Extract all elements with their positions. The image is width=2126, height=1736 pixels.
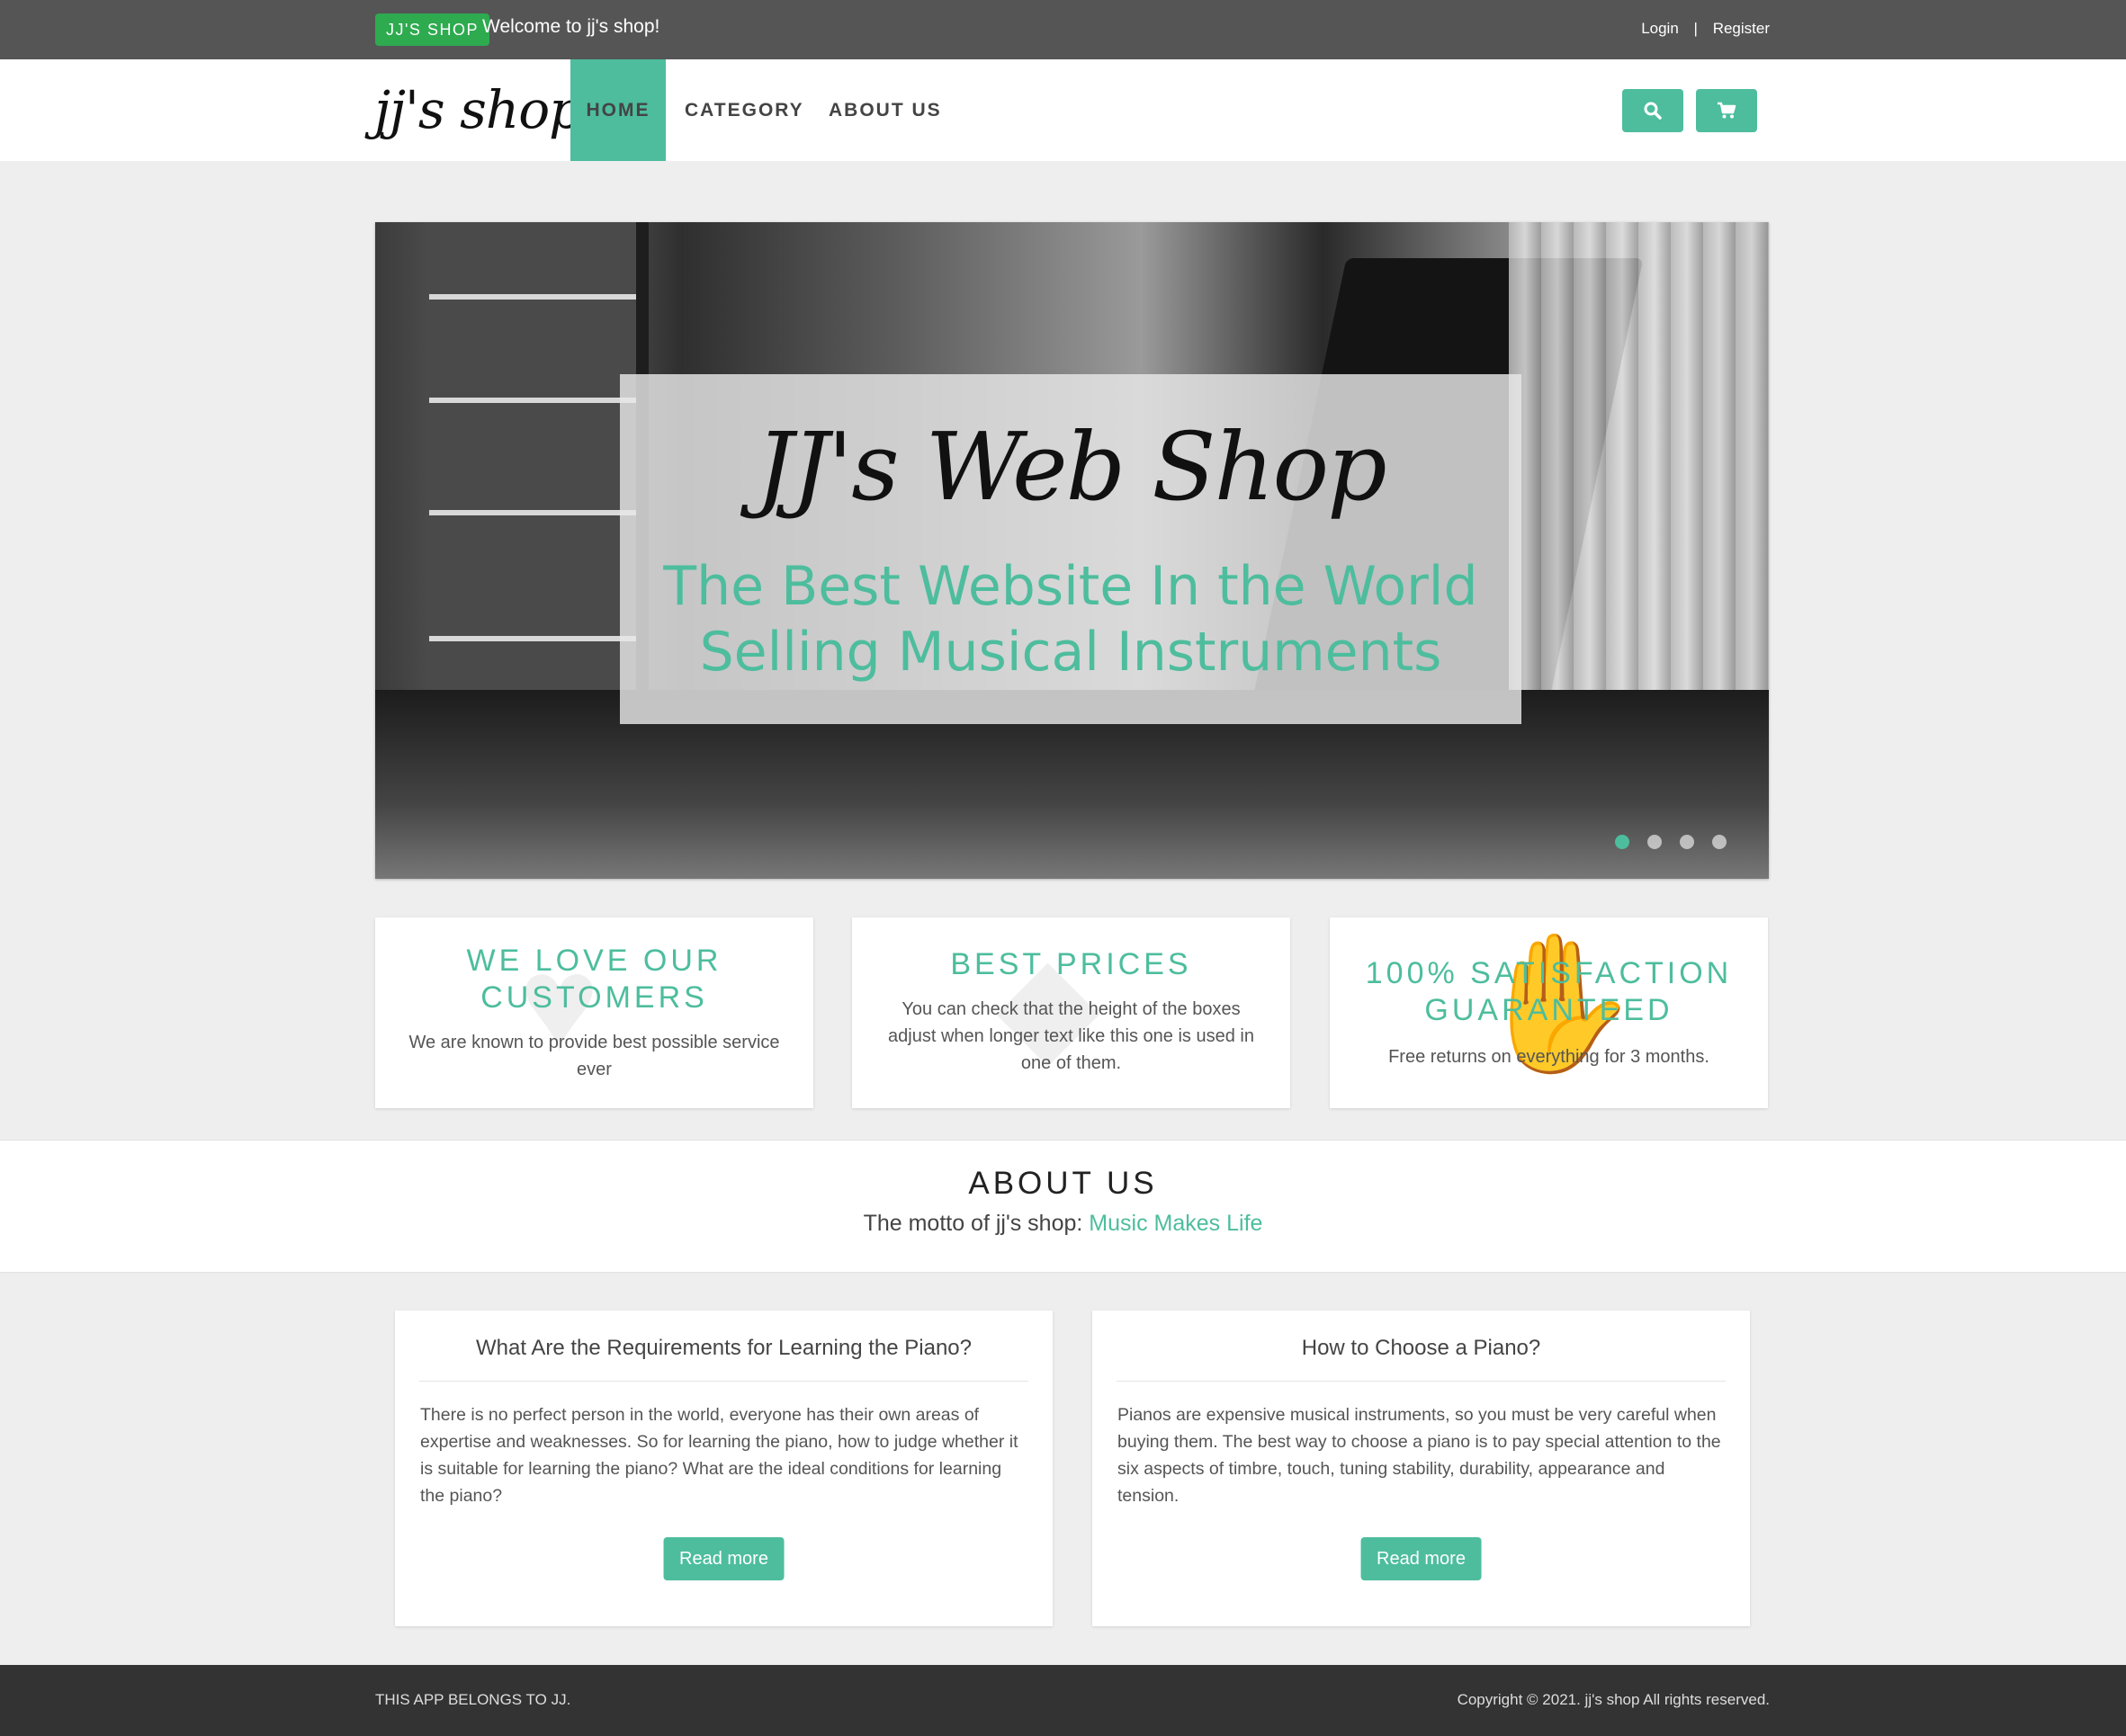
motto-prefix: The motto of jj's shop: [863, 1211, 1083, 1236]
article-title: How to Choose a Piano? [1117, 1311, 1726, 1382]
nav-home[interactable]: HOME [570, 59, 666, 161]
shop-badge: JJ'S SHOP [375, 13, 489, 46]
feature-box-prices: ◆ BEST PRICES You can check that the hei… [852, 917, 1290, 1108]
feature-box-satisfaction: ✋ 100% SATISFACTION GUARANTEED Free retu… [1330, 917, 1768, 1108]
carousel-dot-3[interactable] [1680, 835, 1694, 849]
cart-button[interactable] [1696, 89, 1757, 132]
hero-title: JJ's Web Shop [756, 412, 1386, 522]
hero-caption: JJ's Web Shop The Best Website In the Wo… [620, 374, 1521, 724]
feature-title: 100% SATISFACTION GUARANTEED [1365, 956, 1733, 1027]
carousel-indicators [1615, 835, 1727, 849]
feature-text: We are known to provide best possible se… [408, 1033, 780, 1079]
feature-title: BEST PRICES [950, 947, 1192, 981]
top-bar: JJ'S SHOP Welcome to jj's shop! Login | … [0, 0, 2126, 59]
feature-title: WE LOVE OUR CUSTOMERS [466, 944, 722, 1015]
auth-links: Login | Register [1641, 20, 1770, 38]
main-navbar: jj's shop HOME CATEGORY ABOUT US [0, 59, 2126, 161]
auth-separator: | [1693, 20, 1698, 37]
search-button[interactable] [1622, 89, 1683, 132]
read-more-button[interactable]: Read more [1360, 1537, 1482, 1580]
article-body: Pianos are expensive musical instruments… [1117, 1405, 1721, 1506]
feature-text: Free returns on everything for 3 months. [1388, 1047, 1709, 1067]
feature-box-customers: ♥ WE LOVE OUR CUSTOMERS We are known to … [375, 917, 813, 1108]
article-body: There is no perfect person in the world,… [420, 1405, 1018, 1506]
about-us-section: ABOUT US The motto of jj's shop: Music M… [0, 1140, 2126, 1273]
hero-subtitle: The Best Website In the World Selling Mu… [620, 554, 1521, 685]
register-link[interactable]: Register [1713, 20, 1770, 38]
page-footer: THIS APP BELONGS TO JJ. Copyright © 2021… [0, 1665, 2126, 1736]
nav-category[interactable]: CATEGORY [685, 59, 804, 161]
motto-text: Music Makes Life [1089, 1211, 1263, 1236]
carousel-dot-1[interactable] [1615, 835, 1629, 849]
carousel-dot-2[interactable] [1647, 835, 1662, 849]
welcome-text: Welcome to jj's shop! [482, 16, 660, 37]
login-link[interactable]: Login [1641, 20, 1679, 38]
hero-carousel[interactable]: JJ's Web Shop The Best Website In the Wo… [375, 222, 1769, 879]
footer-owner-text: THIS APP BELONGS TO JJ. [375, 1691, 571, 1708]
article-title: What Are the Requirements for Learning t… [419, 1311, 1028, 1382]
about-us-title: ABOUT US [968, 1166, 1158, 1201]
read-more-button[interactable]: Read more [663, 1537, 785, 1580]
article-card-choose-piano: How to Choose a Piano? Pianos are expens… [1092, 1311, 1750, 1626]
search-icon [1644, 102, 1662, 120]
footer-copyright: Copyright © 2021. jj's shop All rights r… [1457, 1691, 1770, 1708]
shopping-cart-icon [1718, 102, 1736, 119]
brand-logo[interactable]: jj's shop [374, 59, 582, 161]
carousel-dot-4[interactable] [1712, 835, 1727, 849]
hero-subtitle-line1: The Best Website In the World [663, 555, 1478, 618]
nav-about-us[interactable]: ABOUT US [829, 59, 942, 161]
about-motto-line: The motto of jj's shop: Music Makes Life [0, 1211, 2126, 1237]
hero-subtitle-line2: Selling Musical Instruments [699, 621, 1442, 684]
article-card-requirements: What Are the Requirements for Learning t… [395, 1311, 1053, 1626]
feature-text: You can check that the height of the box… [888, 999, 1254, 1073]
